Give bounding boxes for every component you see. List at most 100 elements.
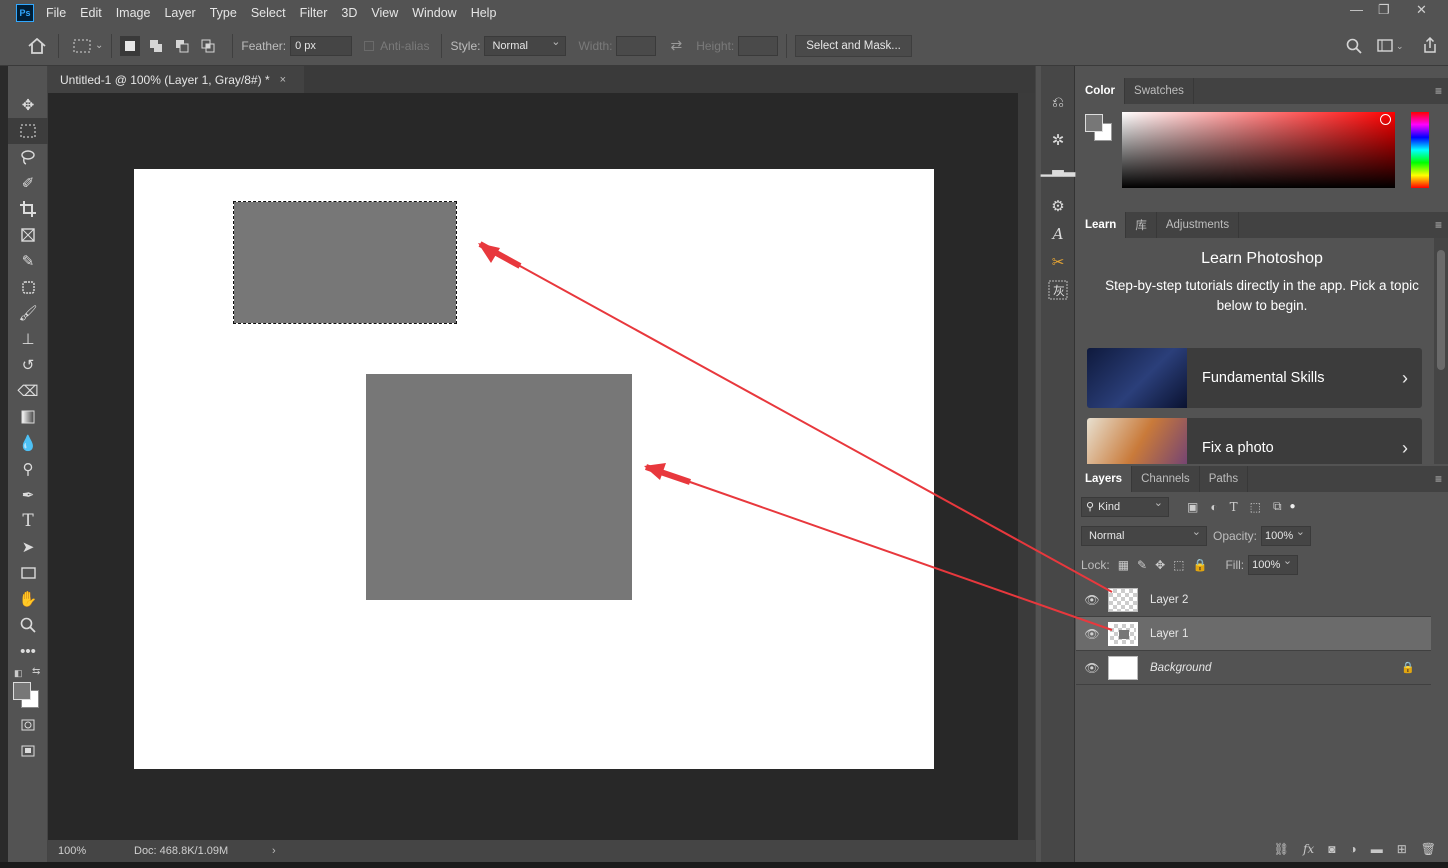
panel-menu-icon[interactable]: ≡: [1435, 218, 1442, 232]
type-tool-icon[interactable]: T: [8, 508, 48, 534]
layer-row-layer-1[interactable]: 👁 Layer 1: [1076, 617, 1431, 651]
menu-layer[interactable]: Layer: [164, 6, 195, 20]
style-select[interactable]: Normal: [484, 35, 567, 56]
tab-libraries[interactable]: 库: [1126, 212, 1157, 238]
pixel-filter-icon[interactable]: ▣: [1187, 500, 1198, 514]
learn-scrollbar[interactable]: [1434, 238, 1448, 464]
workspace-icon[interactable]: ⌄: [1377, 39, 1405, 56]
tab-layers[interactable]: Layers: [1076, 466, 1133, 492]
new-group-icon[interactable]: ▬: [1371, 842, 1383, 856]
adjustment-layer-icon[interactable]: ◑: [1349, 842, 1356, 856]
link-layers-icon[interactable]: ⛓: [1274, 842, 1289, 856]
foreground-color-chip[interactable]: [1085, 114, 1103, 132]
path-selection-tool-icon[interactable]: ➤: [8, 534, 48, 560]
learn-card-fundamental-skills[interactable]: Fundamental Skills ›: [1087, 348, 1422, 408]
menu-edit[interactable]: Edit: [80, 6, 102, 20]
tab-learn[interactable]: Learn: [1076, 212, 1127, 238]
scrollbar-thumb[interactable]: [1437, 250, 1445, 370]
lasso-tool-icon[interactable]: [8, 144, 48, 170]
layer-2-shape[interactable]: [233, 201, 457, 324]
select-and-mask-button[interactable]: Select and Mask...: [795, 34, 912, 57]
menu-select[interactable]: Select: [251, 6, 286, 20]
screen-mode-icon[interactable]: [8, 738, 48, 764]
more-tools-icon[interactable]: •••: [8, 638, 48, 664]
eraser-tool-icon[interactable]: ⌫: [8, 378, 48, 404]
tab-swatches[interactable]: Swatches: [1125, 78, 1194, 104]
vertical-scrollbar[interactable]: [1018, 93, 1035, 843]
lock-all-icon[interactable]: 🔒: [1193, 558, 1208, 572]
blur-tool-icon[interactable]: 💧: [8, 430, 48, 456]
feather-input[interactable]: 0 px: [290, 35, 353, 56]
share-icon[interactable]: [1422, 36, 1438, 57]
filter-toggle-icon[interactable]: ●: [1290, 501, 1296, 512]
smart-object-filter-icon[interactable]: ⧉: [1273, 499, 1282, 514]
canvas[interactable]: [134, 169, 934, 769]
history-panel-icon[interactable]: ⎌: [1041, 88, 1075, 116]
layer-1-shape[interactable]: [366, 374, 632, 600]
marquee-tool-preset[interactable]: ⌄: [73, 39, 103, 53]
healing-brush-tool-icon[interactable]: [8, 274, 48, 300]
frame-tool-icon[interactable]: [8, 222, 48, 248]
brush-tool-icon[interactable]: 🖌: [8, 300, 48, 326]
lock-artboard-icon[interactable]: ⬚: [1173, 558, 1184, 572]
color-swatches-tool[interactable]: ◧ ⇆: [8, 664, 47, 712]
foreground-color-swatch[interactable]: [13, 682, 31, 700]
add-mask-icon[interactable]: ◙: [1328, 842, 1335, 856]
visibility-eye-icon[interactable]: 👁: [1076, 661, 1108, 675]
restore-button[interactable]: ❐: [1378, 2, 1390, 18]
panel-menu-icon[interactable]: ≡: [1435, 84, 1442, 98]
layer-row-layer-2[interactable]: 👁 Layer 2: [1076, 583, 1431, 617]
quick-mask-icon[interactable]: [8, 712, 48, 738]
shape-filter-icon[interactable]: ⬚: [1250, 500, 1261, 514]
subtract-selection-button[interactable]: [172, 36, 192, 56]
close-window-button[interactable]: ✕: [1416, 2, 1427, 18]
dodge-tool-icon[interactable]: ⚲: [8, 456, 48, 482]
visibility-eye-icon[interactable]: 👁: [1076, 627, 1108, 641]
width-input[interactable]: [616, 35, 657, 56]
menu-window[interactable]: Window: [412, 6, 456, 20]
opacity-input[interactable]: 100%: [1261, 525, 1312, 546]
tools-preset-icon[interactable]: ✂: [1041, 248, 1075, 276]
pen-tool-icon[interactable]: ✒: [8, 482, 48, 508]
tab-adjustments[interactable]: Adjustments: [1157, 212, 1240, 238]
color-spectrum[interactable]: [1122, 112, 1395, 188]
intersect-selection-button[interactable]: [198, 36, 218, 56]
zoom-tool-icon[interactable]: [8, 612, 48, 638]
height-input[interactable]: [738, 35, 779, 56]
antialias-checkbox[interactable]: [364, 40, 375, 51]
move-tool-icon[interactable]: ✥: [8, 92, 48, 118]
tab-channels[interactable]: Channels: [1132, 466, 1200, 492]
crop-tool-icon[interactable]: [8, 196, 48, 222]
hand-tool-icon[interactable]: ✋: [8, 586, 48, 612]
close-tab-icon[interactable]: ×: [280, 74, 286, 86]
panel-menu-icon[interactable]: ≡: [1435, 472, 1442, 486]
swap-icon[interactable]: ⇄: [670, 37, 682, 54]
quick-selection-tool-icon[interactable]: ✐: [8, 170, 48, 196]
menu-view[interactable]: View: [371, 6, 398, 20]
glyphs-panel-icon[interactable]: 灰: [1041, 276, 1075, 304]
hue-slider[interactable]: [1411, 112, 1429, 188]
blend-mode-select[interactable]: Normal: [1081, 525, 1207, 546]
learn-card-fix-a-photo[interactable]: Fix a photo ›: [1087, 418, 1422, 464]
default-colors-icon[interactable]: ◧: [14, 668, 23, 679]
menu-3d[interactable]: 3D: [341, 6, 357, 20]
tab-paths[interactable]: Paths: [1200, 466, 1249, 492]
eyedropper-tool-icon[interactable]: ✎: [8, 248, 48, 274]
rectangular-marquee-tool-icon[interactable]: [8, 118, 48, 144]
lock-position-icon[interactable]: ✥: [1155, 558, 1165, 572]
new-selection-button[interactable]: [120, 35, 141, 56]
menu-file[interactable]: File: [46, 6, 66, 20]
histogram-panel-icon[interactable]: ▁▃▂: [1041, 154, 1076, 182]
menu-filter[interactable]: Filter: [300, 6, 328, 20]
type-filter-icon[interactable]: T: [1230, 500, 1238, 514]
clone-stamp-tool-icon[interactable]: ⊥: [8, 326, 48, 352]
search-icon[interactable]: [1346, 38, 1362, 57]
new-layer-icon[interactable]: ⊞: [1397, 842, 1407, 856]
menu-image[interactable]: Image: [116, 6, 151, 20]
navigator-panel-icon[interactable]: ✲: [1041, 126, 1075, 154]
rectangle-tool-icon[interactable]: [8, 560, 48, 586]
adjustment-filter-icon[interactable]: ◐: [1210, 500, 1217, 514]
home-icon[interactable]: [24, 37, 50, 54]
fill-input[interactable]: 100%: [1248, 554, 1299, 575]
delete-layer-icon[interactable]: 🗑: [1421, 842, 1436, 856]
